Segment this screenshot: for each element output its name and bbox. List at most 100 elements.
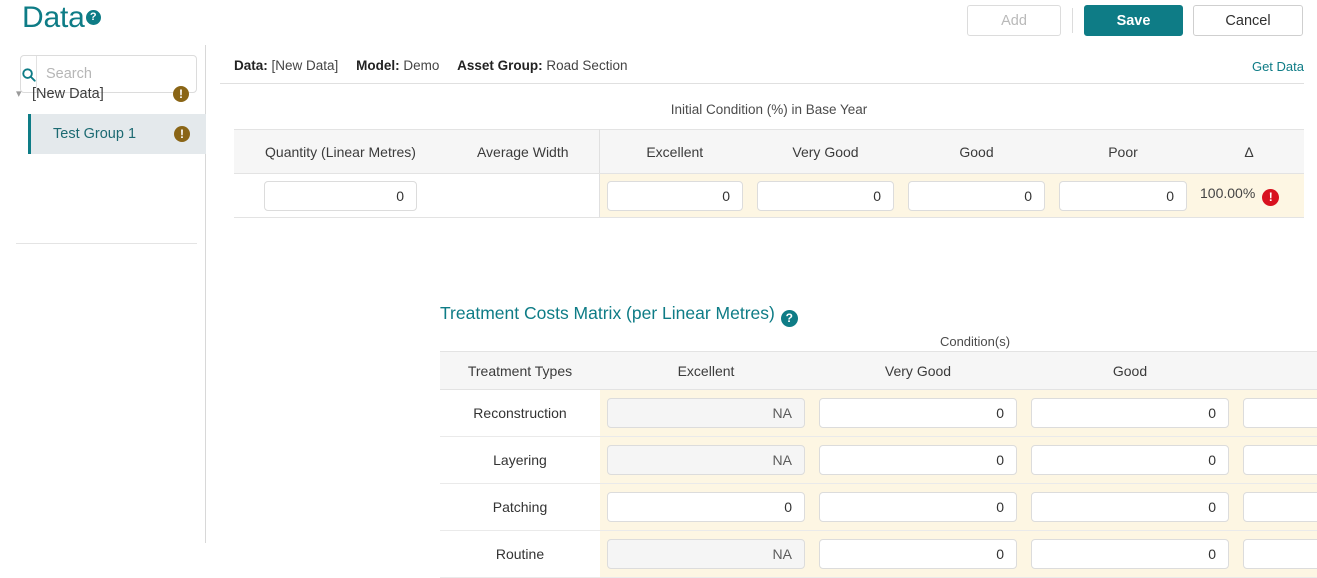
cell-poor: [1236, 436, 1317, 484]
cell-treatment-type: Reconstruction: [440, 389, 600, 437]
breadcrumb-asset-group-value: Road Section: [546, 58, 628, 73]
cell-good: [1024, 483, 1236, 531]
poor-input[interactable]: [1243, 445, 1317, 475]
table-header-row: Quantity (Linear Metres) Average Width E…: [234, 129, 1304, 174]
very-good-input[interactable]: [757, 180, 894, 211]
column-header-very-good: Very Good: [812, 351, 1024, 390]
sidebar-divider: [16, 243, 197, 244]
breadcrumb: Data: [New Data] Model: Demo Asset Group…: [234, 58, 641, 73]
help-circle-icon[interactable]: ?: [780, 310, 798, 327]
cell-good: [1024, 389, 1236, 437]
cell-quantity: [234, 173, 447, 218]
warning-icon: !: [173, 85, 189, 102]
breadcrumb-asset-group-key: Asset Group:: [457, 58, 543, 73]
column-header-poor: Poor: [1052, 129, 1194, 174]
cell-treatment-type: Patching: [440, 483, 600, 531]
column-header-good: Good: [901, 129, 1052, 174]
cell-excellent: [600, 530, 812, 578]
column-header-poor: Poor: [1236, 351, 1317, 390]
initial-condition-table: Quantity (Linear Metres) Average Width E…: [234, 129, 1304, 218]
cell-excellent: [600, 389, 812, 437]
cell-excellent: [600, 483, 812, 531]
treatment-matrix-body: Reconstruction!Layering!Patching!Routine…: [440, 389, 1317, 578]
quantity-input[interactable]: [264, 180, 417, 211]
main-content: Data: [New Data] Model: Demo Asset Group…: [207, 45, 1317, 578]
poor-input[interactable]: [1243, 398, 1317, 428]
treatment-matrix-title-text: Treatment Costs Matrix (per Linear Metre…: [440, 303, 775, 323]
cell-excellent: [600, 436, 812, 484]
table-row: Routine!: [440, 530, 1317, 578]
add-button[interactable]: Add: [967, 5, 1061, 36]
breadcrumb-data: Data: [New Data]: [234, 58, 338, 73]
good-input[interactable]: [1031, 398, 1229, 428]
cell-very-good: [812, 389, 1024, 437]
excellent-input: [607, 398, 805, 428]
sidebar-item-test-group-1[interactable]: Test Group 1 !: [28, 114, 206, 154]
table-row: Reconstruction!: [440, 389, 1317, 437]
cell-treatment-type: Routine: [440, 530, 600, 578]
table-header-row: Treatment Types Excellent Very Good Good…: [440, 351, 1317, 390]
cell-very-good: [812, 483, 1024, 531]
poor-input[interactable]: [1243, 539, 1317, 569]
treatment-matrix-group-header: Condition(s): [939, 334, 1011, 349]
toolbar-actions: Add Save Cancel: [967, 5, 1303, 36]
breadcrumb-data-value: [New Data]: [271, 58, 339, 73]
save-button[interactable]: Save: [1084, 5, 1183, 36]
cell-average-width: [447, 173, 600, 218]
initial-condition-group-header: Initial Condition (%) in Base Year: [670, 102, 868, 117]
cell-poor: [1236, 389, 1317, 437]
breadcrumb-rule: [220, 83, 1304, 84]
good-input[interactable]: [1031, 492, 1229, 522]
cell-very-good: [812, 436, 1024, 484]
good-input[interactable]: [1031, 539, 1229, 569]
treatment-matrix-table: Treatment Types Excellent Very Good Good…: [440, 351, 1317, 578]
cancel-button[interactable]: Cancel: [1193, 5, 1303, 36]
cell-delta: 100.00%!: [1194, 173, 1304, 218]
cell-treatment-type: Layering: [440, 436, 600, 484]
page-title: Data?: [22, 1, 101, 35]
excellent-input: [607, 445, 805, 475]
column-header-delta: Δ: [1194, 129, 1304, 174]
very-good-input[interactable]: [819, 539, 1017, 569]
breadcrumb-model: Model: Demo: [356, 58, 439, 73]
good-input[interactable]: [908, 180, 1045, 211]
top-bar: Data? Add Save Cancel: [0, 0, 1317, 45]
cell-good: [1024, 530, 1236, 578]
table-row: 100.00%!: [234, 173, 1304, 218]
table-row: Patching!: [440, 483, 1317, 531]
breadcrumb-data-key: Data:: [234, 58, 268, 73]
help-circle-icon[interactable]: ?: [85, 10, 101, 25]
cell-good: [1024, 436, 1236, 484]
column-header-good: Good: [1024, 351, 1236, 390]
delta-value: 100.00%: [1200, 185, 1256, 201]
cell-very-good: [750, 173, 901, 218]
cell-excellent: [599, 173, 750, 218]
sidebar-item-label: [New Data]: [32, 85, 104, 102]
toolbar-divider: [1072, 8, 1073, 33]
very-good-input[interactable]: [819, 492, 1017, 522]
treatment-matrix-title: Treatment Costs Matrix (per Linear Metre…: [440, 303, 798, 327]
poor-input[interactable]: [1059, 180, 1187, 211]
excellent-input[interactable]: [606, 180, 743, 211]
good-input[interactable]: [1031, 445, 1229, 475]
warning-icon: !: [174, 126, 190, 142]
cell-poor: [1236, 530, 1317, 578]
column-header-excellent: Excellent: [600, 351, 812, 390]
breadcrumb-model-value: Demo: [403, 58, 440, 73]
column-header-very-good: Very Good: [750, 129, 901, 174]
table-row: Layering!: [440, 436, 1317, 484]
excellent-input: [607, 539, 805, 569]
cell-poor: [1052, 173, 1194, 218]
page-title-text: Data: [22, 1, 85, 34]
poor-input[interactable]: [1243, 492, 1317, 522]
very-good-input[interactable]: [819, 445, 1017, 475]
breadcrumb-asset-group: Asset Group: Road Section: [457, 58, 627, 73]
cell-poor: [1236, 483, 1317, 531]
column-header-average-width: Average Width: [447, 129, 600, 174]
sidebar-item-new-data[interactable]: ▾ [New Data] !: [0, 73, 205, 114]
very-good-input[interactable]: [819, 398, 1017, 428]
chevron-down-icon[interactable]: ▾: [16, 87, 32, 100]
get-data-link[interactable]: Get Data: [1252, 59, 1304, 74]
excellent-input[interactable]: [607, 492, 805, 522]
column-header-quantity: Quantity (Linear Metres): [234, 129, 447, 174]
